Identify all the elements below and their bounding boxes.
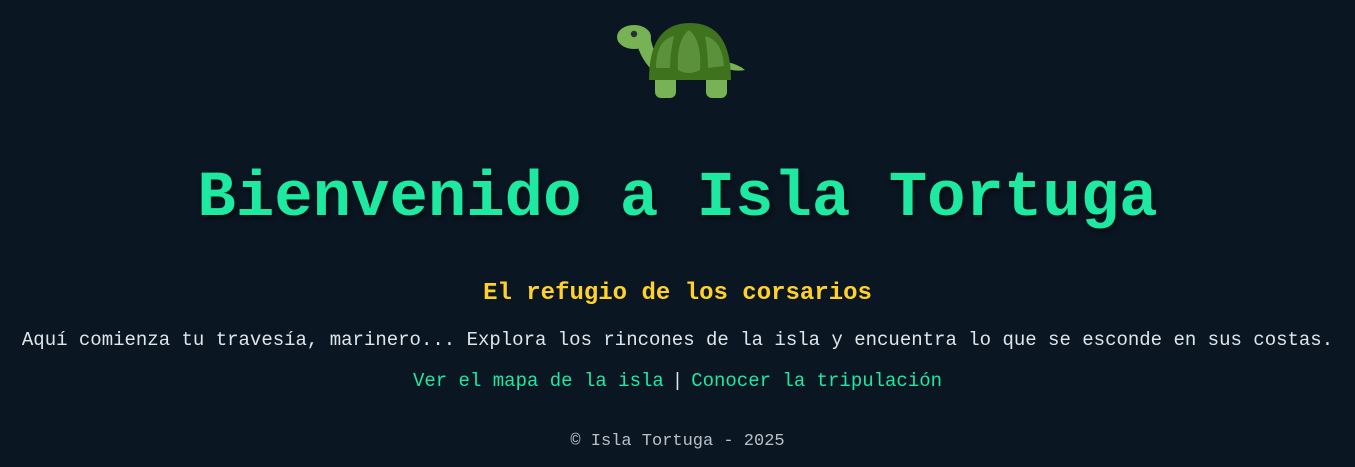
intro-text: Aquí comienza tu travesía, marinero... E… bbox=[21, 329, 1334, 351]
nav-links: Ver el mapa de la isla | Conocer la tripul… bbox=[0, 369, 1355, 393]
turtle-icon bbox=[612, 18, 752, 102]
page-subtitle: El refugio de los corsarios bbox=[483, 280, 872, 307]
crew-link[interactable]: Conocer la tripulación bbox=[691, 370, 942, 392]
link-separator: | bbox=[671, 370, 684, 392]
map-link[interactable]: Ver el mapa de la isla bbox=[413, 370, 664, 392]
page: Bienvenido a Isla Tortuga El refugio de … bbox=[0, 0, 1355, 467]
page-title: Bienvenido a Isla Tortuga bbox=[197, 163, 1158, 235]
footer-copyright: © Isla Tortuga - 2025 bbox=[570, 432, 785, 451]
